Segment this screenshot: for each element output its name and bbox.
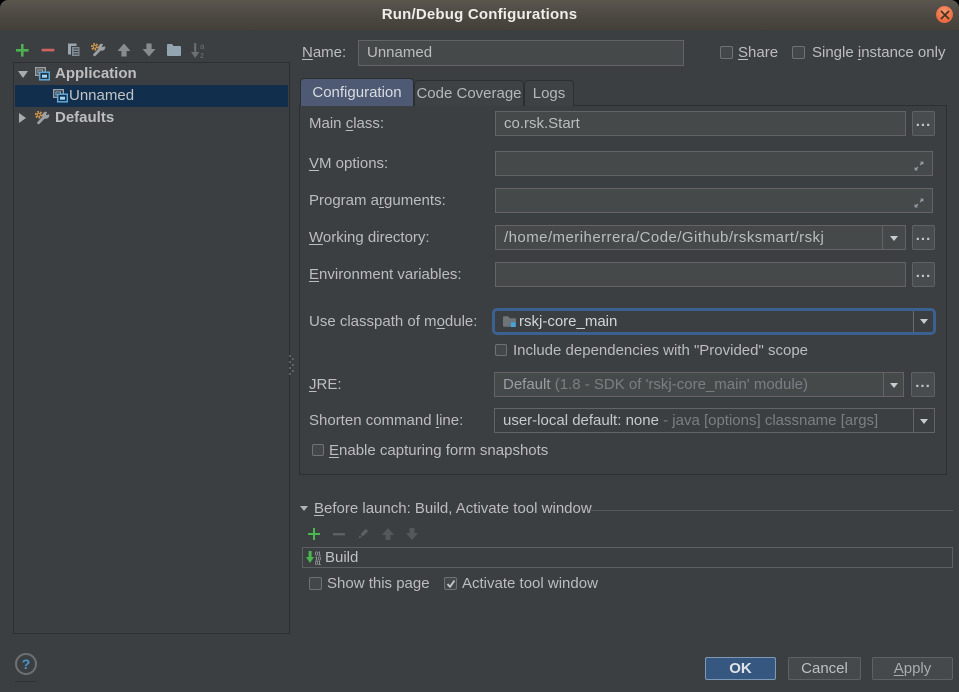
svg-text:z: z	[200, 51, 204, 59]
svg-text:01: 01	[315, 561, 321, 565]
svg-text:a: a	[200, 42, 205, 51]
